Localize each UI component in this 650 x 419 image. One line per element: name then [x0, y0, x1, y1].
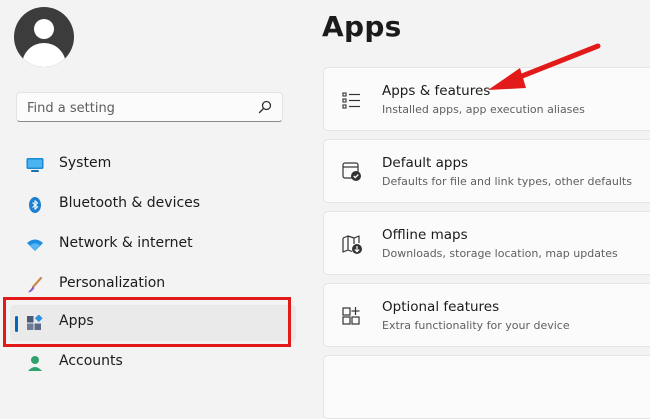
map-icon: [342, 235, 362, 254]
card-next-partial[interactable]: [323, 355, 650, 419]
annotation-highlight-box: [3, 297, 291, 347]
sidebar-item-label: System: [59, 155, 112, 171]
card-title: Apps & features: [382, 83, 491, 99]
search-input[interactable]: [25, 97, 249, 119]
sidebar-item-label: Personalization: [59, 275, 166, 291]
search-box[interactable]: [16, 92, 283, 122]
person-icon: [28, 356, 42, 371]
card-title: Offline maps: [382, 227, 468, 243]
sidebar-item-system[interactable]: System: [10, 147, 296, 183]
wifi-icon: [27, 239, 43, 251]
monitor-icon: [26, 158, 44, 172]
card-offline-maps[interactable]: Offline maps Downloads, storage location…: [323, 211, 650, 275]
sidebar-item-label: Bluetooth & devices: [59, 195, 201, 211]
bluetooth-icon: [29, 197, 41, 213]
card-optional-features[interactable]: Optional features Extra functionality fo…: [323, 283, 650, 347]
page-title: Apps: [322, 10, 402, 43]
card-subtitle: Downloads, storage location, map updates: [382, 247, 618, 260]
card-title: Default apps: [382, 155, 469, 171]
brush-icon: [28, 277, 43, 293]
annotation-arrow: [488, 43, 601, 90]
card-subtitle: Extra functionality for your device: [382, 319, 570, 332]
card-title: Optional features: [382, 299, 500, 315]
card-subtitle: Defaults for file and link types, other …: [382, 175, 632, 188]
search-icon[interactable]: [258, 100, 272, 114]
list-icon: [342, 92, 360, 109]
default-apps-icon: [342, 162, 361, 181]
card-default-apps[interactable]: Default apps Defaults for file and link …: [323, 139, 650, 203]
sidebar-item-label: Accounts: [59, 353, 123, 369]
sidebar-item-network[interactable]: Network & internet: [10, 227, 296, 263]
user-avatar-icon[interactable]: [14, 7, 74, 67]
sidebar: System Bluetooth & devices Network & int…: [0, 0, 306, 371]
sidebar-item-label: Network & internet: [59, 235, 193, 251]
card-subtitle: Installed apps, app execution aliases: [382, 103, 585, 116]
optional-features-icon: [342, 307, 360, 325]
sidebar-item-accounts[interactable]: Accounts: [10, 345, 296, 381]
sidebar-item-bluetooth[interactable]: Bluetooth & devices: [10, 187, 296, 223]
